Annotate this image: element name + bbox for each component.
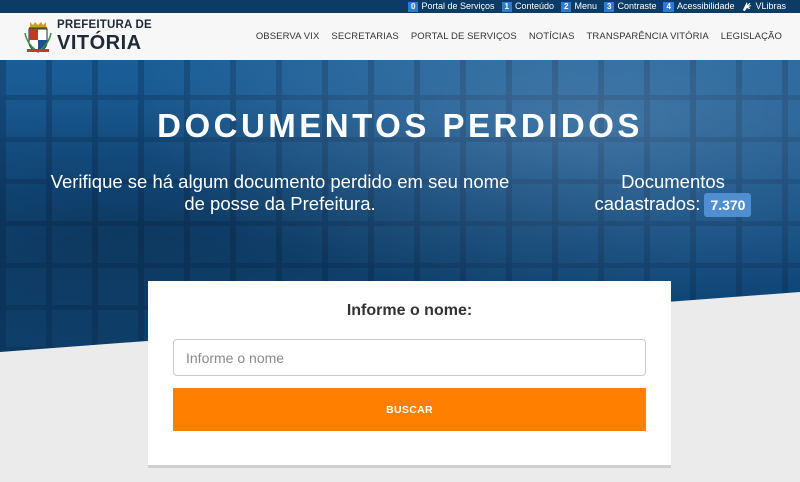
nav-item-noticias[interactable]: NOTÍCIAS bbox=[529, 31, 575, 42]
document-count-label-line1: Documentos bbox=[621, 171, 725, 192]
access-key-badge: 2 bbox=[561, 1, 572, 12]
document-count: Documentos cadastrados: 7.370 bbox=[578, 171, 768, 218]
vlibras-link[interactable]: VLibras bbox=[741, 1, 786, 12]
search-button[interactable]: BUSCAR bbox=[173, 388, 646, 431]
access-link-menu[interactable]: 2 Menu bbox=[561, 1, 597, 12]
access-key-badge: 4 bbox=[663, 1, 674, 12]
page-title: DOCUMENTOS PERDIDOS bbox=[157, 107, 643, 144]
access-link-label: Menu bbox=[574, 1, 597, 11]
nav-item-legislacao[interactable]: LEGISLAÇÃO bbox=[721, 31, 782, 42]
site-logo[interactable]: PREFEITURA DE VITÓRIA bbox=[24, 20, 152, 54]
accessibility-bar: 0 Portal de Serviços 1 Conteúdo 2 Menu 3… bbox=[0, 0, 800, 13]
site-header: PREFEITURA DE VITÓRIA OBSERVA VIX SECRET… bbox=[0, 13, 800, 60]
logo-text-line1: PREFEITURA DE bbox=[57, 19, 152, 32]
name-search-input[interactable] bbox=[173, 339, 646, 376]
main-nav: OBSERVA VIX SECRETARIAS PORTAL DE SERVIÇ… bbox=[256, 31, 782, 42]
access-link-label: Acessibilidade bbox=[676, 1, 735, 11]
nav-item-transparencia[interactable]: TRANSPARÊNCIA VITÓRIA bbox=[587, 31, 709, 42]
vlibras-label: VLibras bbox=[755, 1, 786, 11]
document-count-badge: 7.370 bbox=[704, 193, 752, 218]
search-card: Informe o nome: BUSCAR bbox=[148, 281, 671, 465]
access-link-label: Contraste bbox=[617, 1, 657, 11]
search-label: Informe o nome: bbox=[346, 302, 473, 319]
hero-subtitle: Verifique se há algum documento perdido … bbox=[50, 171, 510, 214]
nav-item-secretarias[interactable]: SECRETARIAS bbox=[331, 31, 398, 42]
access-link-contraste[interactable]: 3 Contraste bbox=[604, 1, 656, 12]
access-link-portal[interactable]: 0 Portal de Serviços bbox=[408, 1, 495, 12]
access-link-label: Portal de Serviços bbox=[421, 1, 495, 11]
access-key-badge: 0 bbox=[408, 1, 419, 12]
logo-text-line2: VITÓRIA bbox=[57, 31, 142, 54]
access-link-label: Conteúdo bbox=[514, 1, 555, 11]
access-link-conteudo[interactable]: 1 Conteúdo bbox=[501, 1, 555, 12]
access-link-acessibilidade[interactable]: 4 Acessibilidade bbox=[663, 1, 734, 12]
nav-item-observa-vix[interactable]: OBSERVA VIX bbox=[256, 31, 320, 42]
nav-item-portal-servicos[interactable]: PORTAL DE SERVIÇOS bbox=[411, 31, 517, 42]
hand-icon bbox=[743, 2, 752, 12]
crest-icon bbox=[24, 21, 52, 53]
access-key-badge: 3 bbox=[604, 1, 615, 12]
access-key-badge: 1 bbox=[501, 1, 512, 12]
document-count-label-line2: cadastrados: bbox=[594, 193, 701, 214]
